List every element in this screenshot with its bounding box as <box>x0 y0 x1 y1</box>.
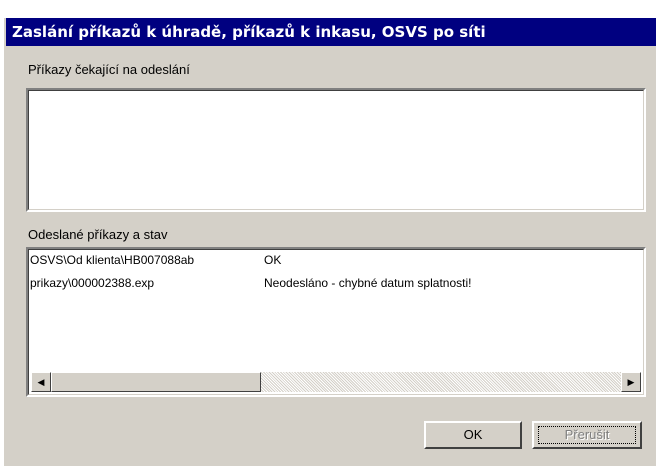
scroll-right-button[interactable]: ▶ <box>621 372 641 392</box>
ok-button-label: OK <box>463 427 483 442</box>
sent-file: OSVS\Od klienta\HB007088ab <box>30 253 195 267</box>
sent-label: Odeslané příkazy a stav <box>28 227 168 242</box>
dialog-window <box>4 18 656 466</box>
sent-file: prikazy\000002388.exp <box>30 276 155 290</box>
pending-label: Příkazy čekající na odeslání <box>28 62 190 77</box>
window-title: Zaslání příkazů k úhradě, příkazů k inka… <box>6 18 656 46</box>
horizontal-scrollbar[interactable]: ◀ ▶ <box>31 372 641 392</box>
sent-list[interactable]: OSVS\Od klienta\HB007088ab OK prikazy\00… <box>26 247 646 397</box>
sent-status: Neodesláno - chybné datum splatnosti! <box>264 276 472 290</box>
focus-frame <box>538 426 636 444</box>
scroll-left-button[interactable]: ◀ <box>31 372 51 392</box>
sent-status: OK <box>264 253 282 267</box>
ok-button[interactable]: OK <box>424 421 522 449</box>
pending-list[interactable] <box>26 88 646 212</box>
scroll-thumb[interactable] <box>51 372 261 392</box>
cancel-button[interactable]: Přerušit <box>532 421 642 449</box>
